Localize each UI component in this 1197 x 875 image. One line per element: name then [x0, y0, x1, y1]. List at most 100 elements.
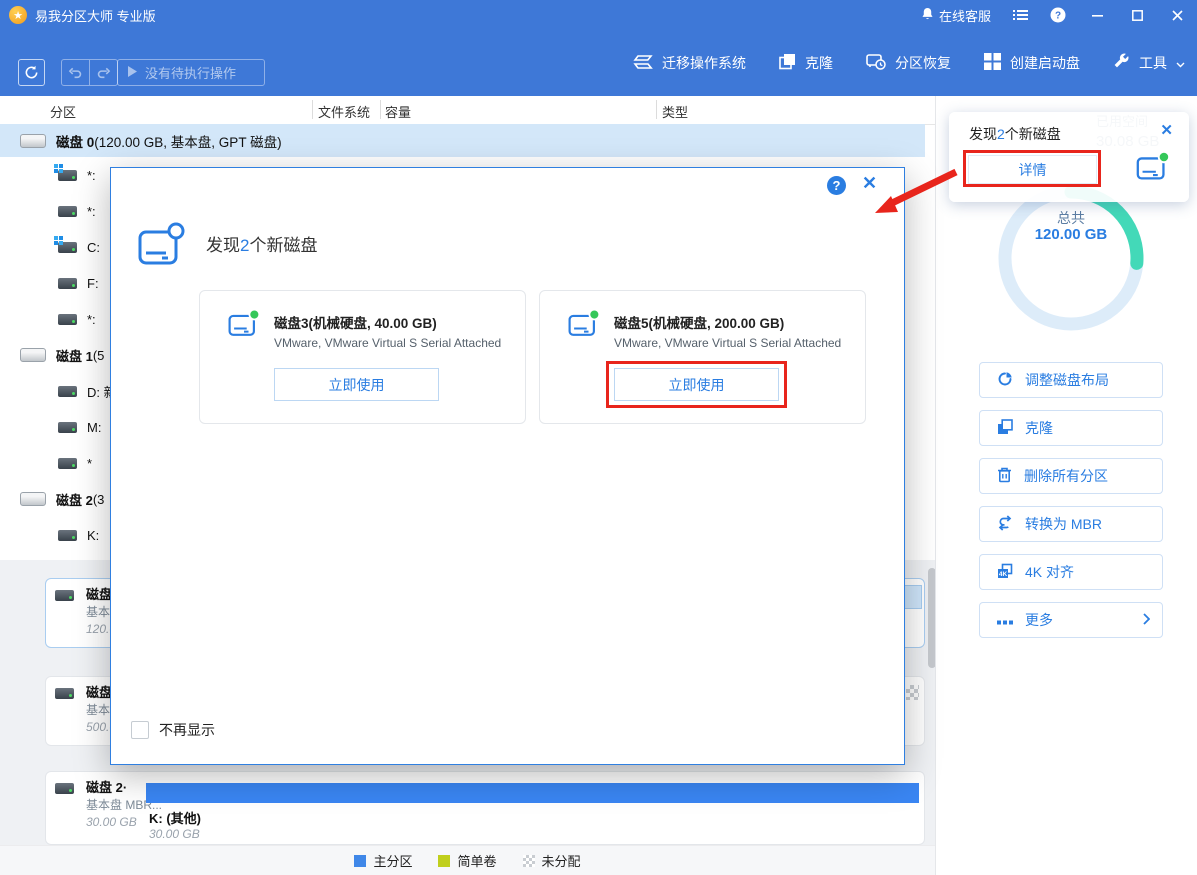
svg-text:?: ? [1055, 11, 1061, 22]
partition-recovery-button[interactable]: 分区恢复 [866, 53, 951, 73]
minimize-button[interactable] [1077, 0, 1117, 30]
disk-icon [55, 783, 74, 794]
dont-show-checkbox[interactable] [131, 721, 149, 739]
table-header: 分区 文件系统 容量 类型 [0, 96, 935, 125]
undo-redo-group [61, 59, 118, 86]
partition-recovery-label: 分区恢复 [895, 55, 951, 71]
disk-usage-donut [998, 185, 1144, 331]
create-boot-disk-button[interactable]: 创建启动盘 [984, 53, 1080, 73]
partition-recovery-icon [866, 53, 886, 73]
legend-simple-swatch [438, 854, 451, 867]
online-support-label: 在线客服 [938, 8, 991, 24]
disk3-icon [226, 306, 262, 347]
bell-icon [921, 7, 934, 24]
partition-windows-icon [54, 163, 77, 181]
undo-button[interactable] [62, 60, 89, 85]
online-support-button[interactable]: 在线客服 [910, 0, 1002, 30]
chevron-down-icon [1176, 55, 1185, 71]
legend-unallocated: 未分配 [522, 851, 581, 870]
svg-text:4K: 4K [999, 571, 1008, 578]
unallocated-block [906, 685, 919, 700]
disk-icon [55, 688, 74, 699]
disk0-name: 磁盘 0 [56, 134, 95, 150]
help-icon[interactable]: ? [1039, 0, 1077, 30]
partition-icon [58, 421, 77, 433]
operation-list-icon[interactable] [1002, 0, 1039, 30]
right-panel: 已用空间 30.08 GB 总共 120.00 GB 调整磁盘布局 克隆 删除所… [935, 96, 1197, 875]
more-button[interactable]: 更多 [979, 602, 1163, 638]
legend-primary-partition: 主分区 [354, 851, 412, 870]
migrate-os-label: 迁移操作系统 [662, 55, 746, 71]
partition-icon [58, 313, 77, 325]
dialog-title: 发现2个新磁盘 [206, 236, 318, 255]
use-now-button-disk5[interactable]: 立即使用 [614, 368, 779, 401]
dont-show-again[interactable]: 不再显示 [131, 720, 215, 740]
clone-disk-button[interactable]: 克隆 [979, 410, 1163, 446]
tools-menu-label: 工具 [1139, 55, 1167, 71]
create-boot-disk-icon [984, 53, 1001, 73]
legend-simple-volume: 简单卷 [438, 851, 497, 870]
disk0-detail: (120.00 GB, 基本盘, GPT 磁盘) [94, 134, 282, 150]
dont-show-label: 不再显示 [159, 722, 215, 738]
pending-operations-label: 没有待执行操作 [145, 66, 237, 81]
clone-icon [997, 418, 1013, 438]
migrate-os-icon [633, 54, 653, 73]
more-icon [997, 612, 1013, 628]
clone-icon [779, 53, 796, 73]
app-window: ★ 易我分区大师 专业版 在线客服 ? 没有待执行操作 迁移操作系统 克隆 分区… [0, 0, 1197, 875]
notification-close-icon[interactable]: ✕ [1160, 121, 1173, 139]
new-disk-card-3: 磁盘3(机械硬盘, 40.00 GB) VMware, VMware Virtu… [199, 290, 526, 424]
column-partition: 分区 [50, 105, 77, 120]
create-boot-disk-label: 创建启动盘 [1010, 55, 1080, 71]
partition-icon [58, 205, 77, 217]
convert-icon [997, 514, 1013, 534]
dialog-close-icon[interactable]: ✕ [862, 173, 877, 194]
detail-button[interactable]: 详情 [968, 155, 1097, 184]
new-disk-big-icon [136, 220, 186, 275]
play-icon [128, 65, 137, 80]
toolbar: 没有待执行操作 迁移操作系统 克隆 分区恢复 创建启动盘 工具 [0, 30, 1197, 96]
delete-all-partitions-button[interactable]: 删除所有分区 [979, 458, 1163, 494]
partition-icon [58, 385, 77, 397]
adjust-layout-button[interactable]: 调整磁盘布局 [979, 362, 1163, 398]
column-type: 类型 [662, 105, 689, 120]
4k-align-button[interactable]: 4K 4K 对齐 [979, 554, 1163, 590]
legend-primary-swatch [354, 854, 367, 867]
clone-button[interactable]: 克隆 [779, 53, 833, 73]
disk-icon [20, 133, 46, 148]
redo-button[interactable] [89, 60, 117, 85]
annotation-rect-detail: 详情 [963, 150, 1101, 187]
clone-label: 克隆 [805, 55, 833, 71]
disk5-subtitle: VMware, VMware Virtual S Serial Attached [614, 336, 842, 350]
partition-icon [58, 529, 77, 541]
app-logo-icon: ★ [9, 6, 27, 24]
disk-card-2[interactable]: 磁盘 2· 基本盘 MBR... 30.00 GB K: (其他) 30.00 … [45, 771, 925, 845]
legend-unallocated-swatch [522, 854, 535, 867]
convert-to-mbr-button[interactable]: 转换为 MBR [979, 506, 1163, 542]
legend: 主分区 简单卷 未分配 [0, 845, 935, 875]
migrate-os-button[interactable]: 迁移操作系统 [633, 53, 746, 73]
use-now-button-disk3[interactable]: 立即使用 [274, 368, 439, 401]
column-capacity: 容量 [385, 105, 412, 120]
partition-icon [58, 457, 77, 469]
total-value: 120.00 GB [1034, 226, 1108, 243]
disk3-subtitle: VMware, VMware Virtual S Serial Attached [274, 336, 502, 350]
total-label: 总共 [1057, 210, 1085, 226]
adjust-layout-icon [997, 371, 1013, 390]
app-title: 易我分区大师 专业版 [35, 8, 156, 24]
partition-icon [58, 277, 77, 289]
pending-operations-button[interactable]: 没有待执行操作 [117, 59, 265, 86]
partition-bar-k[interactable] [146, 783, 919, 803]
new-disk-icon [1134, 148, 1172, 191]
close-button[interactable] [1157, 0, 1197, 30]
titlebar: ★ 易我分区大师 专业版 在线客服 ? [0, 0, 1197, 30]
notification-title: 发现2个新磁盘 [969, 126, 1061, 142]
partition-block [904, 585, 922, 609]
table-row-disk0[interactable]: 磁盘 0 (120.00 GB, 基本盘, GPT 磁盘) [0, 124, 925, 157]
maximize-button[interactable] [1117, 0, 1157, 30]
tools-menu-button[interactable]: 工具 [1113, 53, 1185, 73]
refresh-button[interactable] [18, 59, 45, 86]
chevron-right-icon [1143, 612, 1151, 628]
trash-icon [997, 467, 1012, 486]
dialog-help-icon[interactable]: ? [827, 176, 846, 195]
